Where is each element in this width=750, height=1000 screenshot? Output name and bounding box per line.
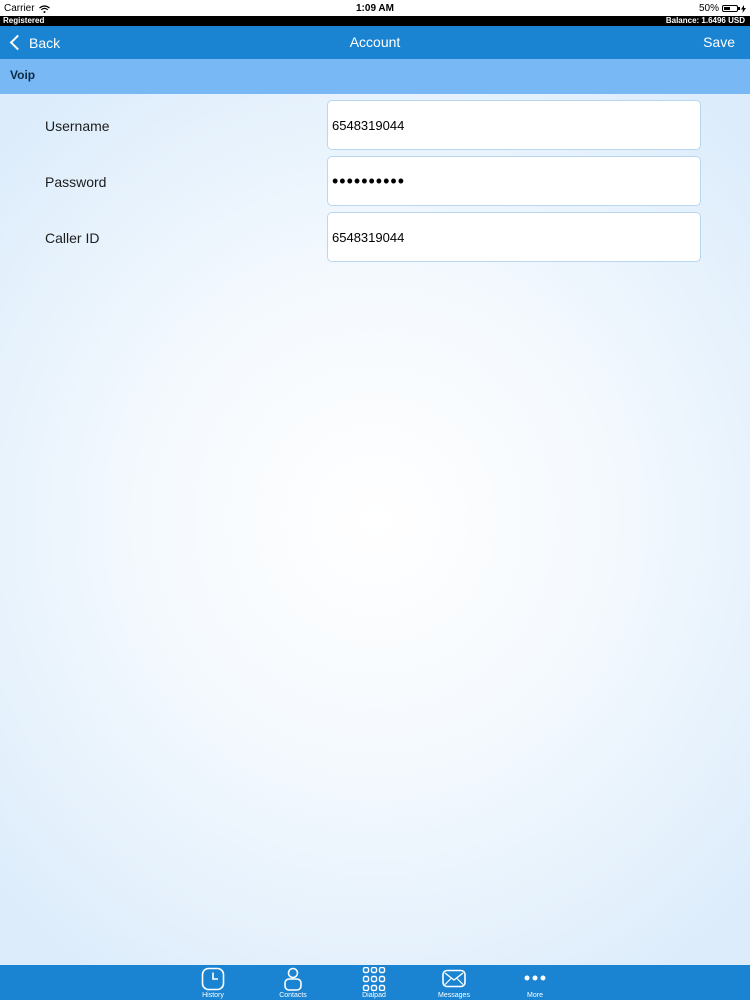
balance-label: Balance: 1.6496 USD (665, 16, 745, 25)
tab-history[interactable]: History (188, 965, 238, 1000)
section-title: Voip (10, 68, 36, 82)
envelope-icon (442, 969, 466, 988)
clock-time: 1:09 AM (356, 3, 394, 14)
password-field[interactable] (327, 156, 701, 206)
tab-messages[interactable]: Messages (429, 965, 479, 1000)
caller-id-field[interactable] (327, 212, 701, 262)
keypad-icon (362, 967, 386, 991)
registration-status: Registered (3, 16, 45, 25)
tab-contacts[interactable]: Contacts (268, 965, 318, 1000)
more-dots-icon (524, 975, 546, 981)
battery-info: 50% (699, 3, 746, 14)
username-label: Username (45, 118, 110, 134)
tab-bar: History Contacts Dialpad Messages More (0, 965, 750, 1000)
registration-bar: Registered Balance: 1.6496 USD (0, 16, 750, 26)
tab-history-label: History (202, 992, 224, 999)
tab-contacts-label: Contacts (279, 992, 307, 999)
charging-icon (741, 4, 746, 13)
username-field[interactable] (327, 100, 701, 150)
person-icon (284, 967, 302, 991)
password-row: Password (0, 156, 750, 210)
username-row: Username (0, 100, 750, 154)
section-header: Voip (0, 59, 750, 94)
tab-more-label: More (527, 992, 543, 999)
battery-percent: 50% (698, 3, 719, 14)
status-bar: Carrier 1:09 AM 50% (0, 0, 750, 16)
tab-dialpad-label: Dialpad (362, 992, 386, 999)
tab-dialpad[interactable]: Dialpad (349, 965, 399, 1000)
tab-more[interactable]: More (510, 965, 560, 1000)
save-button[interactable]: Save (703, 26, 735, 59)
clock-icon (201, 967, 225, 991)
navigation-bar: Back Account Save (0, 26, 750, 59)
tab-messages-label: Messages (438, 992, 470, 999)
password-label: Password (45, 174, 107, 190)
caller-id-label: Caller ID (45, 230, 100, 246)
caller-id-row: Caller ID (0, 212, 750, 266)
battery-icon (722, 5, 740, 12)
page-title: Account (349, 34, 401, 50)
